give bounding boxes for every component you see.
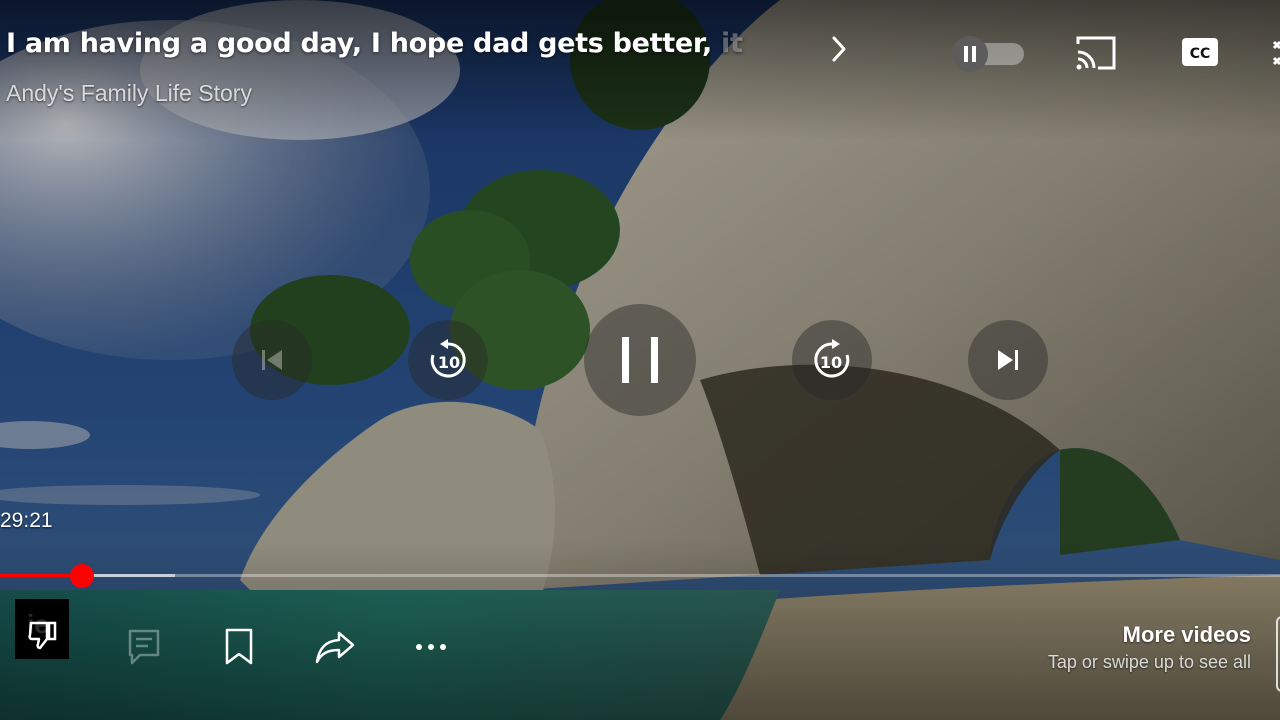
captions-label: CC [1190,46,1211,62]
next-video-button[interactable] [968,320,1048,400]
video-title[interactable]: I am having a good day, I hope dad gets … [6,28,786,59]
more-videos-title: More videos [1122,622,1251,647]
captions-icon: CC [1182,38,1218,66]
pause-icon [622,337,658,383]
share-icon [315,631,355,664]
play-pause-button[interactable] [584,304,696,416]
chevron-right-icon [832,36,846,62]
bookmark-icon [225,628,253,665]
cast-icon [1076,36,1116,70]
progress-bar[interactable] [0,564,1280,588]
comment-icon [128,629,160,665]
channel-name[interactable]: Andy's Family Life Story [6,80,252,107]
more-horizontal-icon [416,644,446,650]
more-videos-hint: Tap or swipe up to see all [1047,652,1251,672]
captions-button[interactable]: CC [1180,34,1220,70]
title-expand-button[interactable] [824,32,854,66]
more-videos-panel[interactable]: More videos Tap or swipe up to see all [1048,622,1251,673]
forward-seconds: 10 [820,353,842,372]
autoplay-knob [952,36,988,72]
thumbs-down-icon [28,621,57,650]
forward-10-icon: 10 [814,339,850,378]
rewind-10-button[interactable]: 10 [408,320,488,400]
cast-button[interactable] [1074,34,1118,72]
skip-next-icon [998,350,1018,370]
share-button[interactable] [311,622,359,672]
video-title-text: I am having a good day, I hope dad gets … [6,28,743,59]
more-actions-button[interactable] [407,622,455,672]
forward-10-button[interactable]: 10 [792,320,872,400]
autoplay-toggle[interactable] [952,36,1024,72]
save-button[interactable] [215,622,263,672]
previous-video-button[interactable] [232,320,312,400]
more-videos-thumbnail-edge[interactable] [1276,616,1280,692]
rewind-seconds: 10 [438,353,460,372]
dislike-button[interactable]: ie [15,599,69,659]
pause-icon [964,46,976,62]
progress-track [0,574,1280,577]
fullscreen-icon [1272,40,1280,66]
comments-button[interactable] [120,622,168,672]
replay-10-icon: 10 [430,339,466,378]
progress-scrubber[interactable] [69,564,94,588]
skip-previous-icon [262,350,282,370]
elapsed-time: 29:21 [0,509,53,532]
fullscreen-button[interactable] [1270,38,1280,68]
